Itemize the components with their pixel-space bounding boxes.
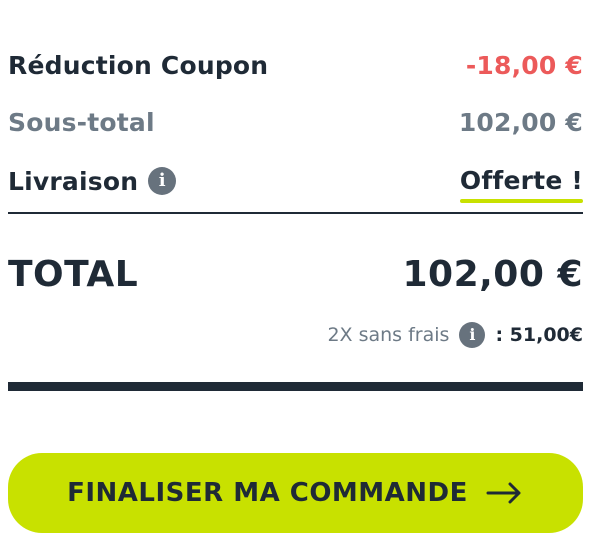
- installment-value: : 51,00€: [495, 324, 583, 346]
- subtotal-row: Sous-total 102,00 €: [8, 104, 583, 140]
- delivery-value: Offerte !: [459, 166, 584, 203]
- summary-divider: [8, 212, 583, 214]
- info-icon[interactable]: i: [459, 322, 486, 348]
- total-label: TOTAL: [8, 253, 139, 295]
- coupon-discount-row: Réduction Coupon -18,00 €: [8, 47, 583, 83]
- coupon-discount-value: -18,00 €: [465, 50, 583, 80]
- installment-label: 2X sans frais: [327, 324, 450, 346]
- total-row: TOTAL 102,00 €: [8, 250, 583, 298]
- subtotal-value: 102,00 €: [458, 107, 583, 137]
- arrow-right-icon: [486, 481, 524, 505]
- delivery-row: Livraison i Offerte !: [8, 161, 584, 203]
- finalize-order-button[interactable]: FINALISER MA COMMANDE: [8, 453, 583, 533]
- order-summary: Réduction Coupon -18,00 € Sous-total 102…: [8, 0, 584, 535]
- total-value: 102,00 €: [402, 253, 583, 295]
- coupon-discount-label: Réduction Coupon: [8, 50, 269, 80]
- info-icon[interactable]: i: [148, 167, 177, 195]
- subtotal-label: Sous-total: [8, 107, 155, 137]
- checkout-divider: [8, 382, 583, 391]
- delivery-label-group: Livraison i: [8, 166, 177, 196]
- delivery-label: Livraison: [8, 166, 139, 196]
- finalize-order-label: FINALISER MA COMMANDE: [67, 478, 468, 508]
- installment-info: 2X sans frais i : 51,00€: [327, 318, 583, 352]
